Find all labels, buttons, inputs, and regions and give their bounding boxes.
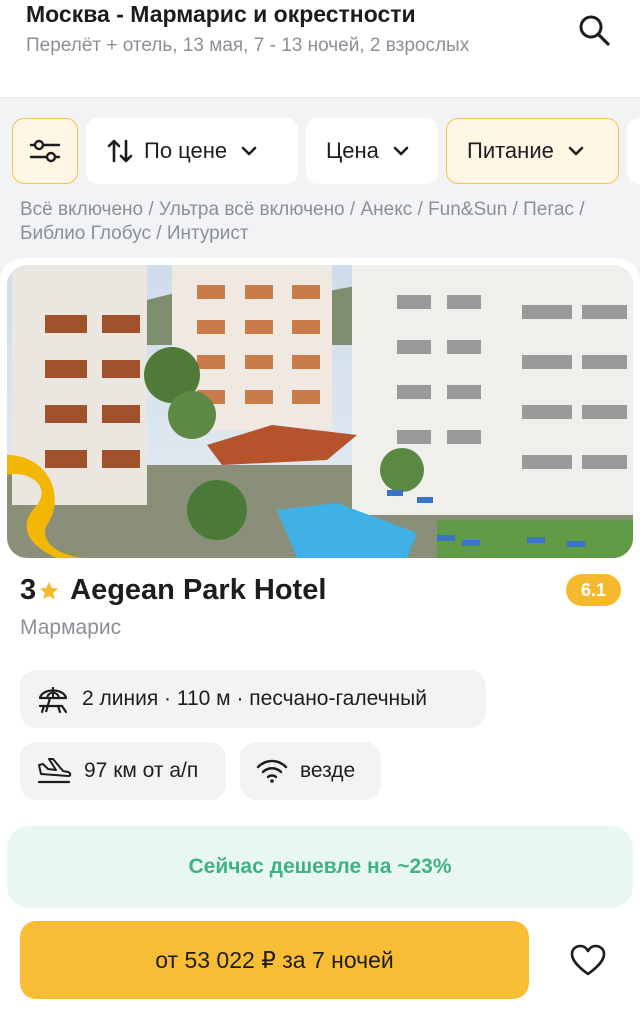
hotel-name[interactable]: 3 Aegean Park Hotel: [20, 574, 326, 607]
more-filter-chip[interactable]: [627, 118, 640, 184]
selected-filters-text: Всё включено / Ультра всё включено / Ане…: [20, 199, 585, 244]
discount-banner: Сейчас дешевле на ~23%: [7, 826, 633, 908]
airport-distance-tag: 97 км от а/п: [20, 742, 226, 800]
search-button[interactable]: [574, 10, 614, 50]
sliders-icon: [29, 139, 61, 163]
discount-text: Сейчас дешевле на ~23%: [188, 855, 452, 878]
filter-bar: По цене Цена Питание: [0, 118, 640, 186]
rating-badge: 6.1: [566, 574, 621, 606]
star-icon: [38, 580, 60, 602]
airport-distance-text: 97 км от а/п: [84, 759, 199, 782]
search-summary[interactable]: Перелёт + отель, 13 мая, 7 - 13 ночей, 2…: [26, 34, 469, 58]
sort-label: По цене: [144, 138, 228, 163]
wifi-icon: [256, 758, 288, 784]
beach-info-text: 2 линия · 110 м · песчано-галечный: [82, 687, 427, 710]
hotel-city: Мармарис: [20, 616, 122, 639]
hotel-name-text: Aegean Park Hotel: [70, 574, 327, 606]
food-filter-dropdown[interactable]: Питание: [446, 118, 619, 184]
wifi-text: везде: [300, 759, 356, 782]
food-filter-label: Питание: [467, 138, 554, 163]
plane-landing-icon: [36, 756, 72, 786]
beach-info-tag: 2 линия · 110 м · песчано-галечный: [20, 670, 486, 728]
beach-umbrella-icon: [36, 682, 70, 716]
filter-settings-button[interactable]: [12, 118, 78, 184]
chevron-down-icon: [568, 146, 584, 156]
search-icon: [579, 15, 610, 46]
favorite-button[interactable]: [562, 936, 614, 984]
price-filter-label: Цена: [326, 138, 379, 163]
price-button-label: от 53 022 ₽ за 7 ночей: [155, 946, 394, 973]
wifi-tag: везде: [240, 742, 381, 800]
header: Москва - Мармарис и окрестности Перелёт …: [0, 0, 640, 98]
hotel-stars-count: 3: [20, 574, 37, 606]
price-button[interactable]: от 53 022 ₽ за 7 ночей: [20, 921, 529, 999]
price-filter-dropdown[interactable]: Цена: [306, 118, 438, 184]
hotel-card[interactable]: 3 Aegean Park Hotel 6.1 Мармарис 2 линия…: [0, 258, 640, 1020]
sort-arrows-icon: [107, 139, 133, 163]
sort-dropdown[interactable]: По цене: [86, 118, 298, 184]
hotel-photo[interactable]: [7, 265, 633, 558]
chevron-down-icon: [393, 146, 409, 156]
chevron-down-icon: [241, 146, 257, 156]
heart-icon: [570, 944, 606, 976]
page-title: Москва - Мармарис и окрестности: [26, 1, 416, 27]
